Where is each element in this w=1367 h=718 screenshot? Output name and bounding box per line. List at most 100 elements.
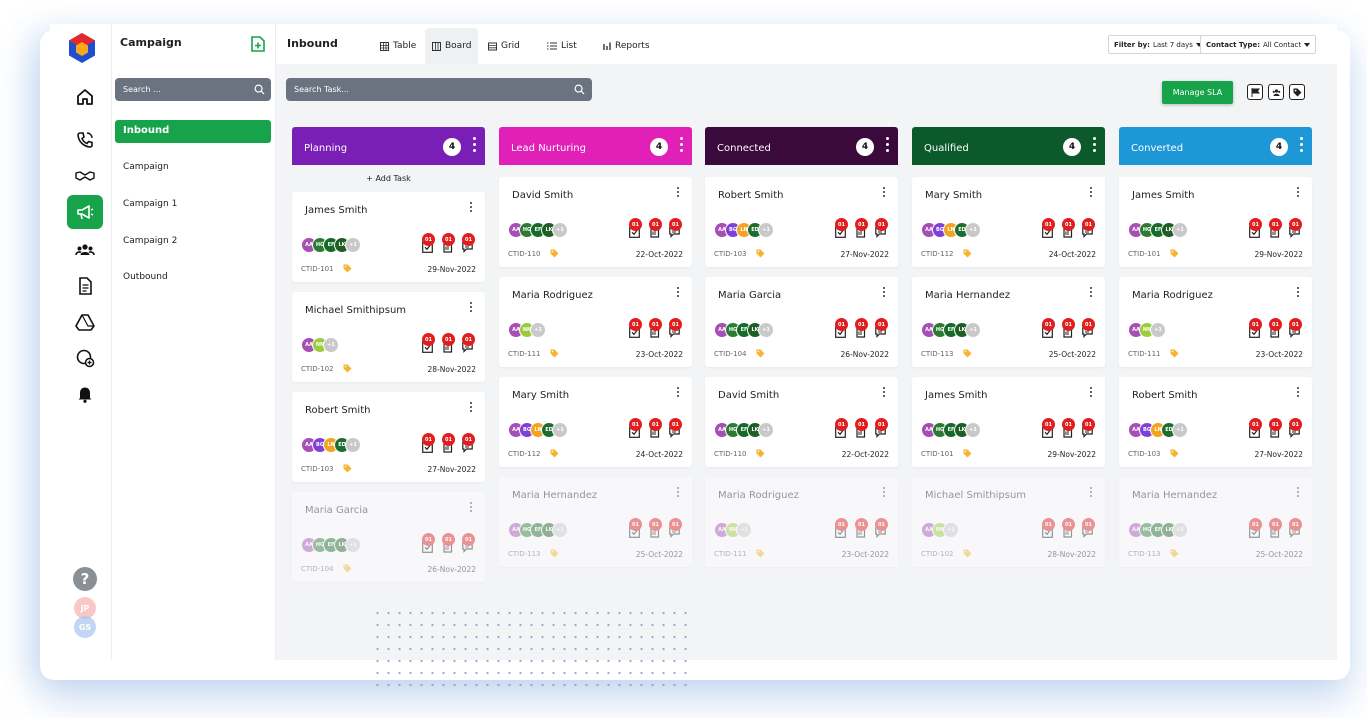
comment-icon-counter[interactable]: 01 [873, 518, 889, 540]
attachment-doc-icon-counter[interactable]: 01 [1060, 218, 1076, 240]
task-card[interactable]: James Smith AA HG EF LK +1 01 01 01 CTID-101 29-No… [912, 377, 1105, 467]
task-check-icon-counter[interactable]: 01 [1040, 218, 1056, 240]
comment-icon-counter[interactable]: 01 [1287, 318, 1303, 340]
assignee-avatar[interactable]: +1 [345, 237, 361, 253]
comment-icon-counter[interactable]: 01 [460, 533, 476, 555]
sidebar-item-campaign-2[interactable]: Campaign 2 [115, 230, 271, 253]
campaign-megaphone-icon[interactable] [67, 195, 103, 229]
more-vertical-icon[interactable] [883, 387, 886, 399]
task-check-icon-counter[interactable]: 01 [833, 318, 849, 340]
comment-icon-counter[interactable]: 01 [1080, 418, 1096, 440]
search-icon[interactable] [254, 84, 265, 95]
task-check-icon-counter[interactable]: 01 [420, 533, 436, 555]
drive-icon[interactable] [67, 305, 103, 339]
help-icon[interactable]: ? [73, 567, 97, 591]
sidebar-search-input[interactable] [115, 78, 271, 101]
task-card[interactable]: Maria Hernandez AA HG EF LK +1 01 01 01 CTID-113 2… [499, 477, 692, 567]
notification-bell-icon[interactable] [67, 377, 103, 411]
more-vertical-icon[interactable] [473, 137, 477, 155]
contacts-group-icon[interactable] [67, 233, 103, 267]
more-vertical-icon[interactable] [1297, 487, 1300, 499]
more-vertical-icon[interactable] [677, 187, 680, 199]
phone-icon[interactable] [67, 123, 103, 157]
attachment-doc-icon-counter[interactable]: 01 [1060, 418, 1076, 440]
tab-table[interactable]: Table [373, 28, 423, 64]
task-check-icon-counter[interactable]: 01 [1040, 418, 1056, 440]
assignee-avatar[interactable]: +1 [323, 337, 339, 353]
tab-board[interactable]: Board [425, 28, 479, 64]
column-header-qualified[interactable]: Qualified 4 [912, 127, 1105, 165]
support-add-icon[interactable] [67, 341, 103, 375]
task-check-icon-counter[interactable]: 01 [420, 233, 436, 255]
attachment-doc-icon-counter[interactable]: 01 [1060, 318, 1076, 340]
task-card[interactable]: James Smith AA HG EF LK +1 01 01 01 CTID-101 29-No… [1119, 177, 1312, 267]
task-check-icon-counter[interactable]: 01 [420, 433, 436, 455]
task-card[interactable]: Robert Smith AA BG LN ED +1 01 01 01 CTID-103 27-N… [1119, 377, 1312, 467]
task-card[interactable]: David Smith AA HG EF LK +1 01 01 01 CTID-110 22-Oc… [705, 377, 898, 467]
assignee-avatar[interactable]: +1 [758, 422, 774, 438]
column-header-converted[interactable]: Converted 4 [1119, 127, 1312, 165]
more-vertical-icon[interactable] [1297, 287, 1300, 299]
tab-reports[interactable]: Reports [596, 28, 657, 64]
task-check-icon-counter[interactable]: 01 [833, 518, 849, 540]
attachment-doc-icon-counter[interactable]: 01 [853, 218, 869, 240]
assignee-avatar[interactable]: +1 [965, 322, 981, 338]
more-vertical-icon[interactable] [677, 287, 680, 299]
sidebar-item-campaign-1[interactable]: Campaign 1 [115, 193, 271, 216]
task-check-icon-counter[interactable]: 01 [1247, 518, 1263, 540]
comment-icon-counter[interactable]: 01 [1080, 518, 1096, 540]
comment-icon-counter[interactable]: 01 [873, 318, 889, 340]
attachment-doc-icon-counter[interactable]: 01 [1267, 218, 1283, 240]
more-vertical-icon[interactable] [1093, 137, 1097, 155]
comment-icon-counter[interactable]: 01 [873, 218, 889, 240]
task-search-input[interactable] [286, 78, 592, 101]
task-card[interactable]: Maria Hernandez AA HG EF LK +1 01 01 01 CTID-113 2… [912, 277, 1105, 367]
more-vertical-icon[interactable] [1297, 387, 1300, 399]
attachment-doc-icon-counter[interactable]: 01 [440, 433, 456, 455]
comment-icon-counter[interactable]: 01 [460, 433, 476, 455]
task-card[interactable]: Maria Rodriguez AA NN +1 01 01 01 CTID-111 23-Oc… [1119, 277, 1312, 367]
attachment-doc-icon-counter[interactable]: 01 [853, 318, 869, 340]
sidebar-item-campaign[interactable]: Campaign [115, 156, 271, 179]
more-vertical-icon[interactable] [677, 387, 680, 399]
task-check-icon-counter[interactable]: 01 [627, 218, 643, 240]
assignee-avatar[interactable]: +1 [943, 522, 959, 538]
column-header-planning[interactable]: Planning 4 [292, 127, 485, 165]
more-vertical-icon[interactable] [677, 487, 680, 499]
search-icon[interactable] [574, 84, 585, 95]
attachment-doc-icon-counter[interactable]: 01 [647, 518, 663, 540]
assignee-avatar[interactable]: +1 [758, 322, 774, 338]
task-card[interactable]: James Smith AA HG EF LK +1 01 01 01 CTID-101 29-No… [292, 192, 485, 282]
attachment-doc-icon-counter[interactable]: 01 [647, 418, 663, 440]
task-card[interactable]: Maria Hernandez AA HG EF LK +1 01 01 01 CTID-113 2… [1119, 477, 1312, 567]
task-check-icon-counter[interactable]: 01 [627, 418, 643, 440]
more-vertical-icon[interactable] [1090, 187, 1093, 199]
more-vertical-icon[interactable] [470, 502, 473, 514]
task-check-icon-counter[interactable]: 01 [1247, 318, 1263, 340]
attachment-doc-icon-counter[interactable]: 01 [647, 218, 663, 240]
more-vertical-icon[interactable] [1297, 187, 1300, 199]
comment-icon-counter[interactable]: 01 [1287, 518, 1303, 540]
attachment-doc-icon-counter[interactable]: 01 [647, 318, 663, 340]
comment-icon-counter[interactable]: 01 [667, 518, 683, 540]
task-check-icon-counter[interactable]: 01 [420, 333, 436, 355]
task-check-icon-counter[interactable]: 01 [833, 218, 849, 240]
more-vertical-icon[interactable] [1090, 387, 1093, 399]
assignee-avatar[interactable]: +1 [552, 522, 568, 538]
more-vertical-icon[interactable] [1090, 487, 1093, 499]
sidebar-item-outbound[interactable]: Outbound [115, 266, 271, 289]
home-icon[interactable] [67, 80, 103, 114]
assignee-avatar[interactable]: +1 [965, 222, 981, 238]
task-card[interactable]: Michael Smithipsum AA NN +1 01 01 01 CTID-102 28… [912, 477, 1105, 567]
comment-icon-counter[interactable]: 01 [667, 418, 683, 440]
assignee-avatar[interactable]: +1 [552, 422, 568, 438]
sidebar-item-inbound[interactable]: Inbound [115, 120, 271, 143]
attachment-doc-icon-counter[interactable]: 01 [853, 418, 869, 440]
task-card[interactable]: Maria Rodriguez AA NN +1 01 01 01 CTID-111 23-Oc… [499, 277, 692, 367]
assignee-avatar[interactable]: +1 [736, 522, 752, 538]
task-check-icon-counter[interactable]: 01 [1040, 518, 1056, 540]
assignee-avatar[interactable]: +1 [530, 322, 546, 338]
attachment-doc-icon-counter[interactable]: 01 [1267, 418, 1283, 440]
assignee-avatar[interactable]: +1 [345, 437, 361, 453]
attachment-doc-icon-counter[interactable]: 01 [440, 233, 456, 255]
